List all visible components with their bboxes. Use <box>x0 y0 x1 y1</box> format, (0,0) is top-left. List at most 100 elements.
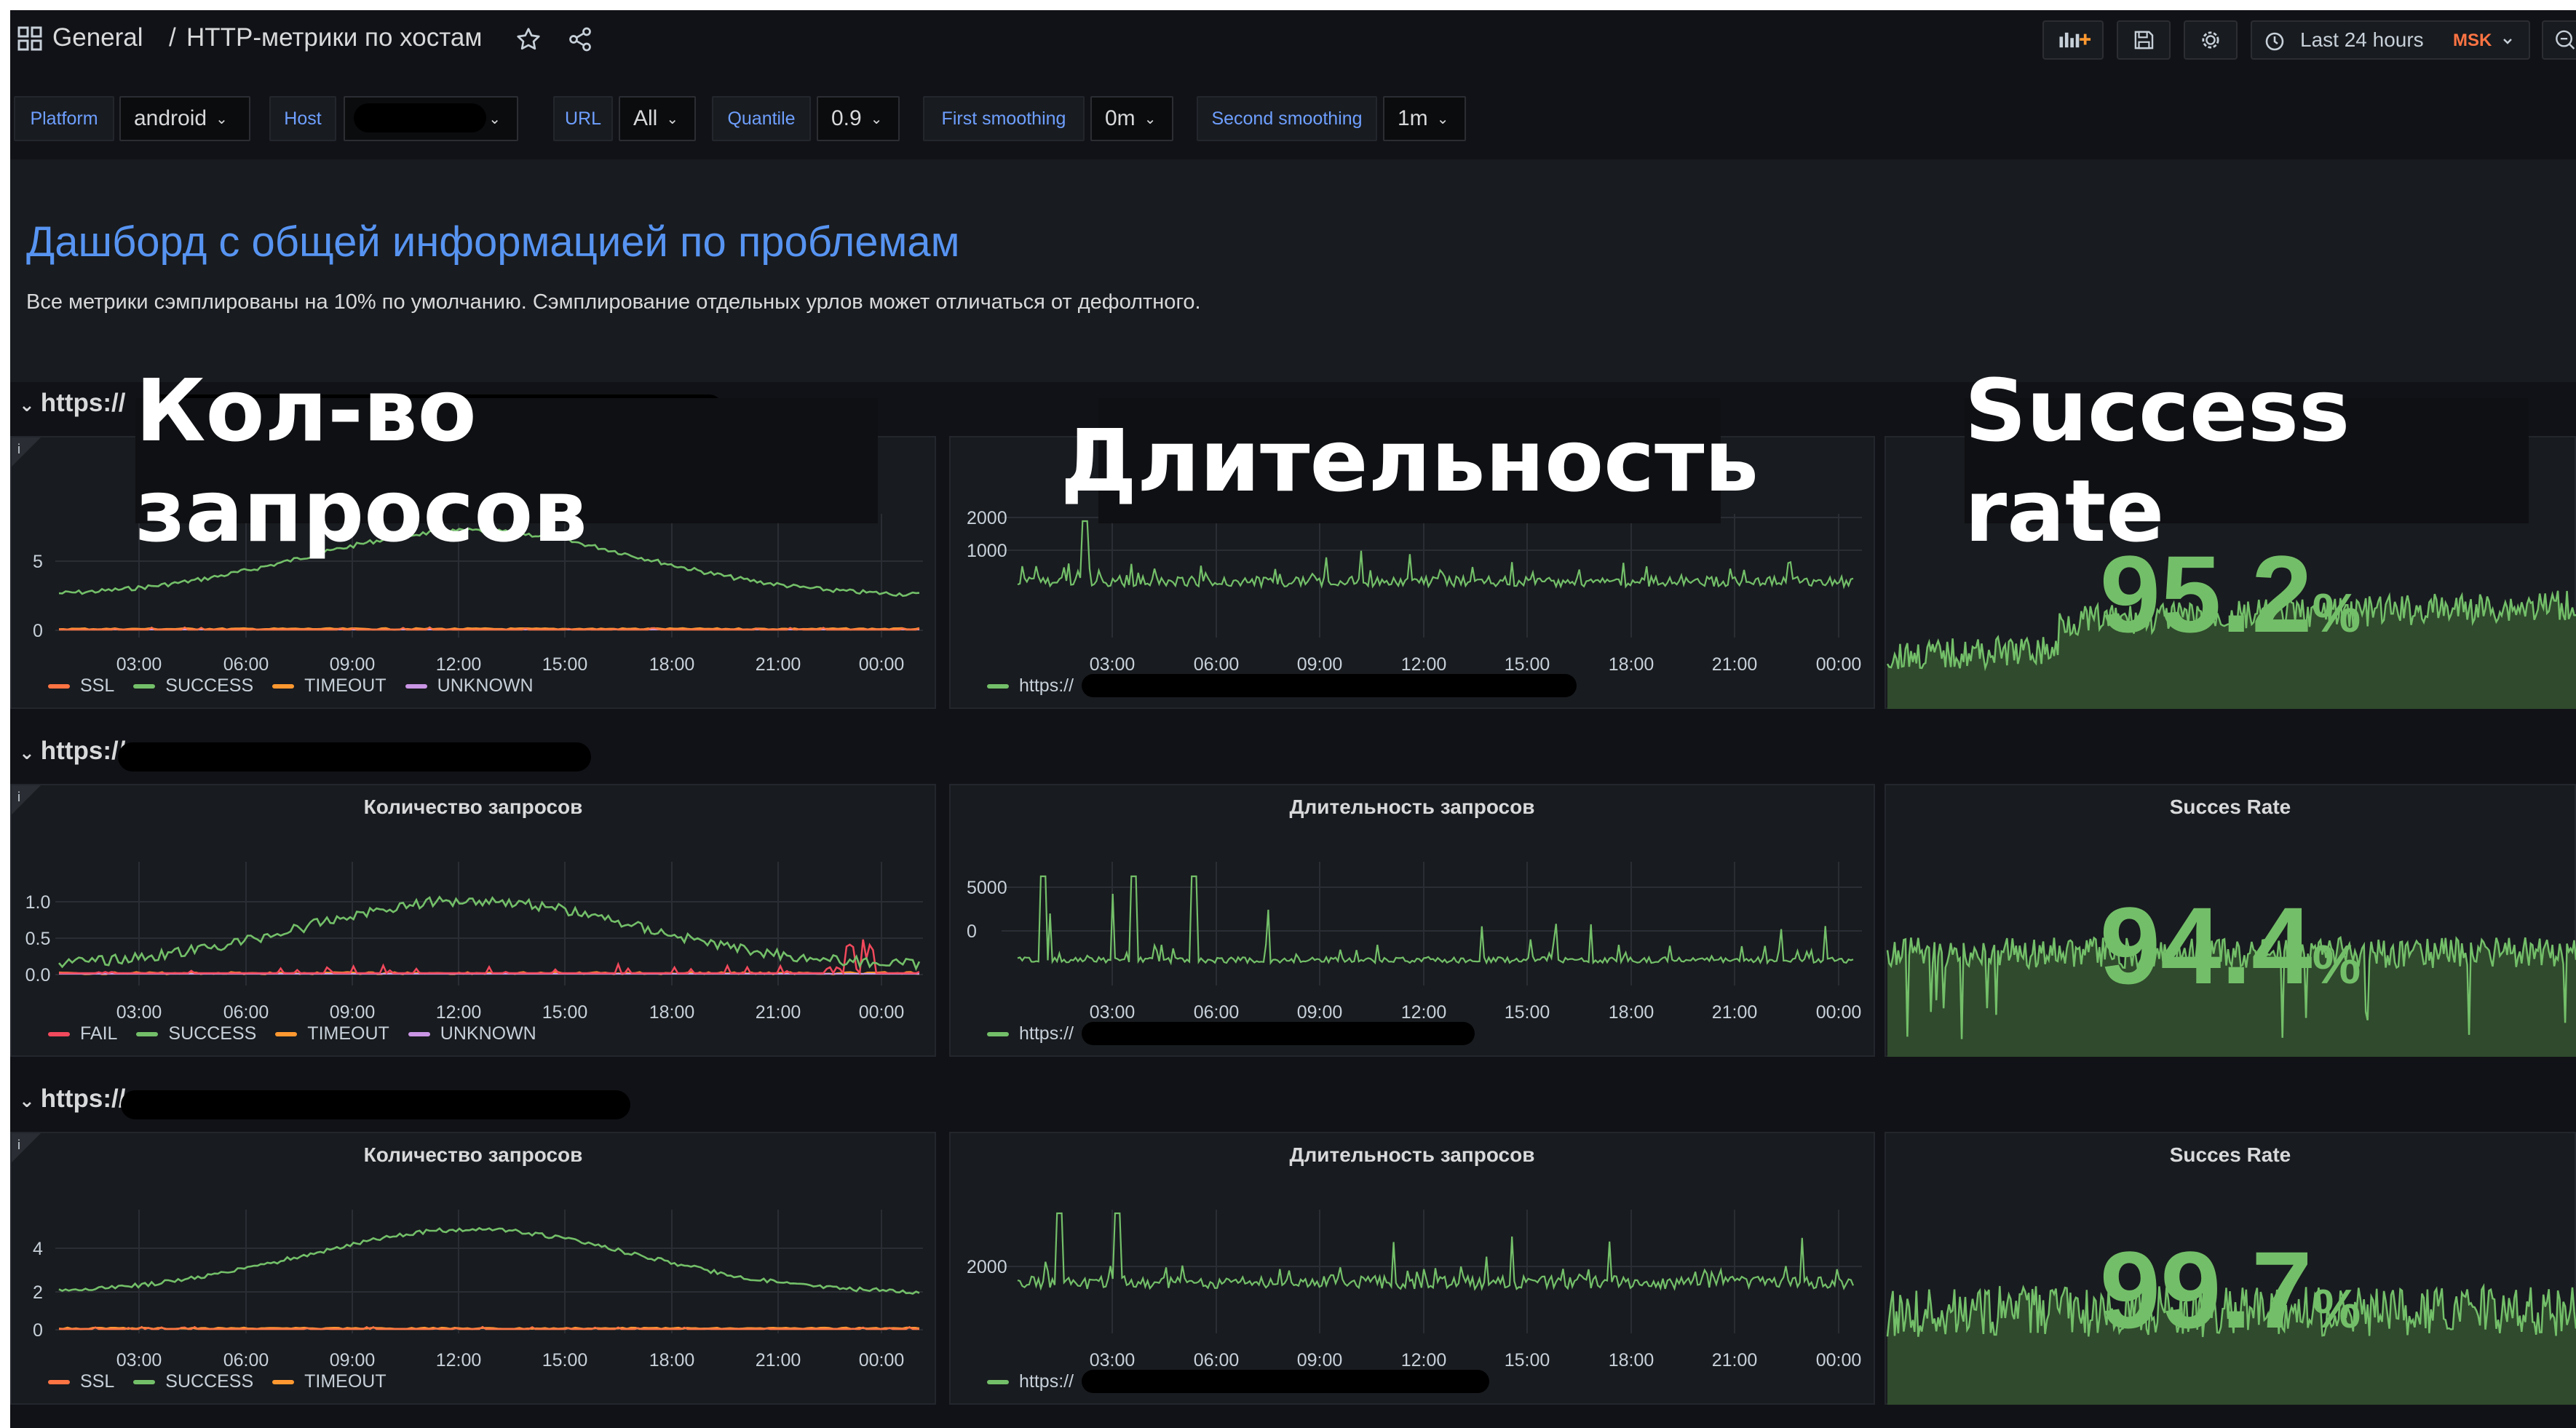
legend-label[interactable]: SUCCESS <box>168 1023 256 1044</box>
chevron-down-icon: ⌄ <box>1144 111 1157 127</box>
x-tick-label: 03:00 <box>116 1350 162 1371</box>
x-tick-label: 15:00 <box>542 654 588 675</box>
x-tick-label: 12:00 <box>436 1350 482 1371</box>
legend-swatch <box>48 1031 70 1036</box>
zoom-out-button[interactable] <box>2542 20 2576 60</box>
row-title-text: https:// <box>40 1084 126 1113</box>
variable-select-platform[interactable]: android ⌄ <box>119 96 250 141</box>
time-range-label: Last 24 hours <box>2300 28 2424 51</box>
chart-legend: https:// <box>987 675 1093 697</box>
requests-count-panel[interactable]: i Количество запросов 03:00 06:00 09:00 12:00… <box>10 1132 936 1405</box>
legend-label[interactable]: SSL <box>80 1371 114 1392</box>
y-tick-label: 2 <box>33 1282 43 1303</box>
variable-select-url[interactable]: All ⌄ <box>619 96 696 141</box>
legend-swatch <box>136 1031 159 1036</box>
redaction-mark <box>354 103 486 132</box>
request-duration-panel[interactable]: Длительность запросов 03:00 06:00 09:00 12:0… <box>949 784 1875 1057</box>
variable-label-platform: Platform <box>14 96 114 141</box>
chevron-down-icon: ⌄ <box>666 111 679 127</box>
x-tick-label: 18:00 <box>649 1002 695 1023</box>
legend-swatch <box>987 683 1009 689</box>
chevron-down-icon: ⌄ <box>19 394 35 416</box>
requests-count-panel[interactable]: i Количество запросов 03:00 06:00 09:00 12:00… <box>10 784 936 1057</box>
x-tick-label: 06:00 <box>223 654 269 675</box>
timezone-label: MSK <box>2453 31 2492 50</box>
variable-label-first-smoothing: First smoothing <box>923 96 1085 141</box>
chart-legend: SSL SUCCESS TIMEOUT <box>48 1371 405 1392</box>
x-tick-label: 18:00 <box>649 654 695 675</box>
y-tick-label: 0 <box>33 1320 43 1341</box>
add-panel-icon <box>2059 32 2091 48</box>
x-tick-label: 09:00 <box>330 1350 376 1371</box>
legend-swatch <box>272 1379 295 1384</box>
top-navbar: General / HTTP-метрики по хостам Last 24… <box>10 10 2576 68</box>
row-title-text: https:// <box>40 737 126 765</box>
row-header[interactable]: ⌄ https:// <box>19 389 125 418</box>
star-icon[interactable] <box>515 26 542 52</box>
legend-label[interactable]: SUCCESS <box>165 675 253 697</box>
series-line-duration <box>1017 520 1854 590</box>
legend-label[interactable]: SSL <box>80 675 114 697</box>
dashboard-description: Все метрики сэмплированы на 10% по умолч… <box>26 290 1201 314</box>
x-tick-label: 00:00 <box>1816 654 1862 675</box>
legend-label[interactable]: TIMEOUT <box>307 1023 389 1044</box>
legend-label[interactable]: FAIL <box>80 1023 117 1044</box>
chart-legend: SSL SUCCESS TIMEOUT UNKNOWN <box>48 675 552 697</box>
variable-select-quantile[interactable]: 0.9 ⌄ <box>817 96 900 141</box>
legend-label[interactable]: https:// <box>1019 1371 1074 1392</box>
chart-legend: https:// <box>987 1371 1093 1392</box>
x-tick-label: 03:00 <box>1090 654 1136 675</box>
save-dashboard-button[interactable] <box>2117 20 2171 60</box>
variable-label-second-smoothing: Second smoothing <box>1197 96 1377 141</box>
legend-label[interactable]: TIMEOUT <box>304 675 387 697</box>
x-tick-label: 09:00 <box>1297 1350 1343 1371</box>
y-tick-label: 0 <box>967 921 977 942</box>
legend-label[interactable]: https:// <box>1019 675 1074 697</box>
save-icon <box>2134 31 2154 49</box>
y-tick-label: 4 <box>33 1239 43 1259</box>
legend-swatch <box>272 683 295 689</box>
legend-swatch <box>275 1031 298 1036</box>
variable-select-second-smoothing[interactable]: 1m ⌄ <box>1383 96 1466 141</box>
variable-select-first-smoothing[interactable]: 0m ⌄ <box>1090 96 1173 141</box>
success-rate-panel[interactable]: Succes Rate 99.7% <box>1885 1132 2576 1405</box>
apps-grid-icon[interactable] <box>17 26 42 51</box>
x-tick-label: 21:00 <box>1712 1002 1758 1023</box>
zoom-out-icon <box>2556 30 2575 49</box>
add-panel-button[interactable] <box>2042 20 2104 60</box>
success-rate-panel[interactable]: Succes Rate 94.4% <box>1885 784 2576 1057</box>
legend-label[interactable]: TIMEOUT <box>304 1371 387 1392</box>
legend-label[interactable]: UNKNOWN <box>440 1023 536 1044</box>
dashboard-title[interactable]: HTTP-метрики по хостам <box>186 23 482 52</box>
x-tick-label: 06:00 <box>223 1350 269 1371</box>
row-header[interactable]: ⌄ https:// <box>19 1084 125 1114</box>
request-duration-panel[interactable]: Длительность запросов 03:00 06:00 09:00 12:0… <box>949 1132 1875 1405</box>
dashboard-settings-button[interactable] <box>2184 20 2238 60</box>
time-range-picker[interactable]: Last 24 hours MSK <box>2251 20 2530 60</box>
x-tick-label: 12:00 <box>436 654 482 675</box>
x-tick-label: 15:00 <box>1505 654 1550 675</box>
x-tick-label: 06:00 <box>1194 1350 1240 1371</box>
breadcrumb-folder[interactable]: General <box>52 23 143 52</box>
x-tick-label: 06:00 <box>1194 654 1240 675</box>
redaction-mark <box>121 1090 630 1119</box>
y-tick-label: 1.0 <box>25 892 51 913</box>
x-tick-label: 18:00 <box>1609 654 1654 675</box>
legend-label[interactable]: SUCCESS <box>165 1371 253 1392</box>
row-header[interactable]: ⌄ https:// <box>19 737 125 766</box>
chevron-down-icon: ⌄ <box>19 1090 35 1111</box>
redaction-mark <box>1082 1370 1489 1393</box>
x-tick-label: 03:00 <box>1090 1002 1136 1023</box>
series-line-success <box>58 1226 920 1295</box>
y-tick-label: 0 <box>33 621 43 641</box>
dashboard: General / HTTP-метрики по хостам Last 24… <box>10 10 2576 1428</box>
time-series-chart: 03:00 06:00 09:00 12:00 15:00 18:00 21:00 00:00… <box>25 862 923 1023</box>
x-tick-label: 00:00 <box>1816 1350 1862 1371</box>
share-icon[interactable] <box>567 26 593 52</box>
legend-label[interactable]: https:// <box>1019 1023 1074 1044</box>
variable-label-quantile: Quantile <box>712 96 811 141</box>
chart-legend: FAIL SUCCESS TIMEOUT UNKNOWN <box>48 1023 555 1044</box>
x-tick-label: 12:00 <box>1401 654 1447 675</box>
y-tick-label: 5 <box>33 552 43 572</box>
legend-label[interactable]: UNKNOWN <box>437 675 534 697</box>
